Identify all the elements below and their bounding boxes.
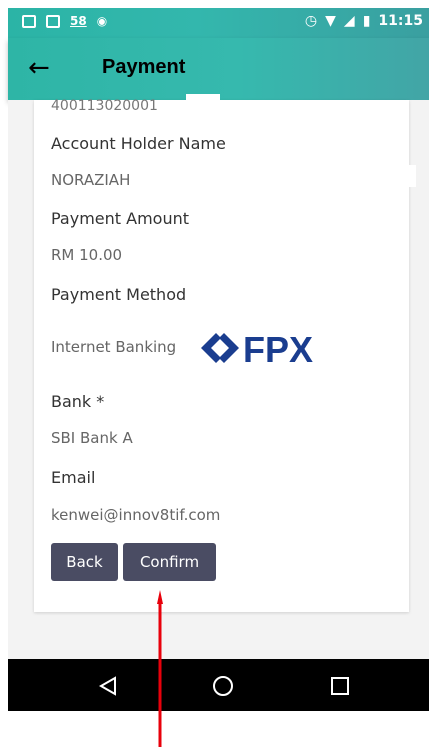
page-title: Payment (102, 56, 186, 78)
annotation-arrow (157, 590, 163, 747)
message-icon (22, 14, 36, 28)
system-icons: ◷ ▼ ◢ ▮ 11:15 (305, 13, 423, 29)
payment-method-value: Internet Banking (51, 338, 177, 356)
notification-count: 58 (70, 14, 87, 28)
confirm-button[interactable]: Confirm (123, 543, 216, 581)
fpx-logo-mark: FPX (201, 329, 313, 370)
back-arrow-icon[interactable]: ← (28, 55, 50, 81)
bank-value: SBI Bank A (51, 429, 133, 447)
signal-icon: ◢ (343, 13, 355, 29)
payment-method-label: Payment Method (51, 285, 187, 304)
nav-recents-square-icon (331, 677, 349, 695)
status-bar: 58 ◉ ◷ ▼ ◢ ▮ 11:15 (8, 8, 429, 38)
nav-home-circle-icon (213, 676, 233, 696)
nav-recents-button[interactable] (326, 672, 354, 700)
email-value: kenwei@innov8tif.com (51, 506, 221, 524)
redaction-box (382, 165, 416, 187)
fpx-logo: FPX (199, 326, 331, 374)
account-holder-label: Account Holder Name (51, 134, 226, 153)
nav-home-button[interactable] (209, 672, 237, 700)
bank-label: Bank * (51, 392, 105, 411)
email-label: Email (51, 468, 96, 487)
account-number-value: 400113020001 (51, 98, 158, 114)
android-nav-bar (8, 659, 429, 711)
nav-back-triangle-icon (98, 676, 116, 696)
battery-icon: ▮ (362, 13, 371, 29)
alarm-icon: ◷ (304, 13, 318, 29)
wifi-icon: ▼ (325, 13, 336, 29)
clock: 11:15 (378, 13, 423, 29)
nav-back-button[interactable] (94, 672, 122, 700)
image-icon (46, 14, 60, 28)
account-holder-value: NORAZIAH (51, 171, 131, 189)
payment-amount-label: Payment Amount (51, 209, 190, 228)
back-button[interactable]: Back (51, 543, 118, 581)
notification-icons: 58 ◉ (22, 14, 107, 28)
fpx-logo-text: FPX (243, 329, 313, 370)
redaction-box (186, 94, 220, 106)
payment-amount-value: RM 10.00 (51, 246, 123, 264)
android-debug-icon: ◉ (96, 14, 108, 28)
app-bar: ← Payment (8, 38, 429, 100)
